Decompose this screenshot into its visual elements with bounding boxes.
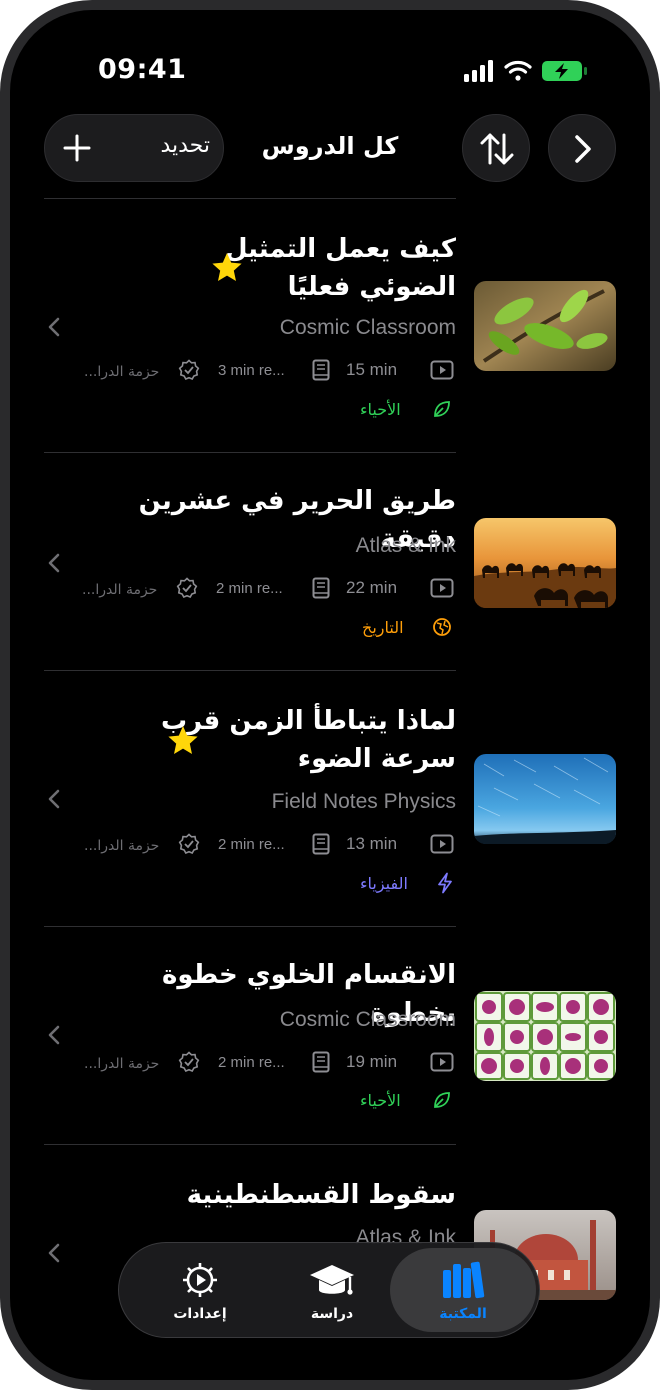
study-pack: حزمة الدرا... xyxy=(84,1056,160,1072)
reading-time: 2 min re... xyxy=(216,580,283,597)
plus-icon[interactable] xyxy=(62,133,92,163)
divider xyxy=(44,926,456,927)
status-icons xyxy=(464,60,587,82)
tab-settings-label: إعدادات xyxy=(173,1306,227,1322)
lesson-author: Cosmic Classroom xyxy=(279,316,456,339)
study-pack: حزمة الدرا... xyxy=(84,364,160,380)
subject-tag: الفيزياء xyxy=(360,874,408,893)
book-icon xyxy=(312,833,330,855)
globe-icon xyxy=(433,618,451,636)
chevron-left-icon[interactable] xyxy=(46,1024,62,1046)
book-icon xyxy=(312,577,330,599)
chevron-left-icon[interactable] xyxy=(46,316,62,338)
video-duration: 22 min xyxy=(346,578,398,597)
play-rectangle-icon xyxy=(430,834,454,854)
study-pack: حزمة الدرا... xyxy=(84,838,160,854)
lesson-title: سقوط القسطنطينية xyxy=(186,1180,456,1210)
select-button-label[interactable]: تحديد xyxy=(140,133,210,158)
star-icon xyxy=(168,726,198,754)
play-rectangle-icon xyxy=(430,578,454,598)
chevron-right-icon xyxy=(575,135,591,163)
books-icon xyxy=(443,1261,485,1299)
checkmark-seal-icon xyxy=(176,577,198,599)
chevron-left-icon[interactable] xyxy=(46,788,62,810)
sort-arrows-icon xyxy=(480,133,514,165)
video-duration: 15 min xyxy=(346,360,398,379)
subject-tag: الأحياء xyxy=(360,400,401,419)
video-duration: 13 min xyxy=(346,834,398,853)
page-title: كل الدروس xyxy=(261,132,399,160)
chevron-left-icon[interactable] xyxy=(46,552,62,574)
reading-time: 2 min re... xyxy=(218,836,285,853)
bolt-icon xyxy=(438,872,452,894)
lesson-title: كيف يعمل التمثيل الضوئي فعليًا xyxy=(224,234,456,302)
lesson-thumbnail xyxy=(474,754,616,844)
lesson-author: Atlas & Ink xyxy=(355,534,456,557)
device-frame: 09:41 تحديد كل الدروس كيف يعمل التمثيل ا… xyxy=(0,0,660,1390)
divider xyxy=(44,452,456,453)
divider xyxy=(44,198,456,199)
divider xyxy=(44,670,456,671)
star-icon xyxy=(212,253,242,281)
graduation-cap-icon xyxy=(310,1265,354,1295)
lesson-author: Cosmic Classroom xyxy=(279,1008,456,1031)
subject-tag: الأحياء xyxy=(360,1091,401,1110)
checkmark-seal-icon xyxy=(178,833,200,855)
tab-library[interactable]: المكتبة xyxy=(423,1254,503,1330)
subject-tag: التاريخ xyxy=(362,618,404,637)
forward-button[interactable] xyxy=(548,114,616,182)
reading-time: 3 min re... xyxy=(218,362,285,379)
checkmark-seal-icon xyxy=(178,1051,200,1073)
book-icon xyxy=(312,359,330,381)
study-pack: حزمة الدرا... xyxy=(82,582,158,598)
tab-study[interactable]: دراسة xyxy=(292,1254,372,1330)
gear-play-icon xyxy=(183,1263,217,1297)
tab-library-label: المكتبة xyxy=(439,1306,487,1322)
lesson-author: Field Notes Physics xyxy=(271,790,456,813)
leaf-icon xyxy=(434,401,450,417)
wifi-icon xyxy=(504,60,532,81)
battery-icon xyxy=(542,61,587,81)
leaf-icon xyxy=(434,1092,450,1108)
lesson-thumbnail xyxy=(474,281,616,371)
sort-button[interactable] xyxy=(462,114,530,182)
chevron-left-icon[interactable] xyxy=(46,1242,62,1264)
play-rectangle-icon xyxy=(430,360,454,380)
app-screen: 09:41 تحديد كل الدروس كيف يعمل التمثيل ا… xyxy=(10,10,650,1380)
lesson-thumbnail xyxy=(474,518,616,608)
video-duration: 19 min xyxy=(346,1052,398,1071)
book-icon xyxy=(312,1051,330,1073)
status-time: 09:41 xyxy=(98,54,187,85)
play-rectangle-icon xyxy=(430,1052,454,1072)
lesson-thumbnail xyxy=(474,991,616,1081)
cellular-signal-icon xyxy=(464,60,493,82)
divider xyxy=(44,1144,456,1145)
checkmark-seal-icon xyxy=(178,359,200,381)
tab-settings[interactable]: إعدادات xyxy=(160,1254,240,1330)
tab-study-label: دراسة xyxy=(310,1306,354,1322)
reading-time: 2 min re... xyxy=(218,1054,285,1071)
